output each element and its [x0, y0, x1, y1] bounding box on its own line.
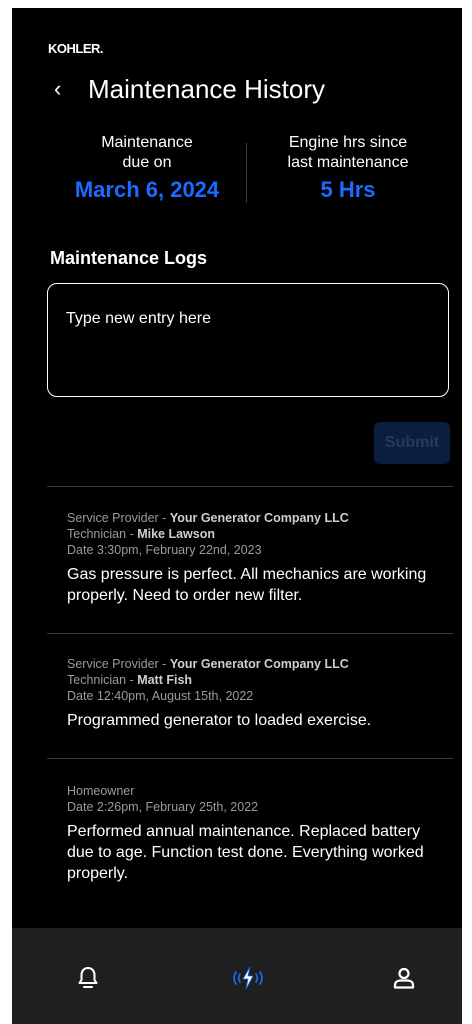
user-icon	[393, 967, 415, 989]
engine-hours-stat: Engine hrs since last maintenance 5 Hrs	[248, 133, 448, 205]
maintenance-due-value: March 6, 2024	[74, 177, 220, 202]
log-provider: Service Provider - Your Generator Compan…	[67, 510, 427, 526]
log-technician: Technician - Matt Fish	[67, 672, 427, 688]
log-provider: Service Provider - Your Generator Compan…	[67, 656, 427, 672]
divider	[47, 486, 453, 487]
kohler-logo: KOHLER.	[48, 41, 104, 56]
maintenance-logs-title: Maintenance Logs	[50, 248, 208, 268]
technician-prefix: Technician -	[67, 673, 138, 687]
log-entry: Homeowner Date 2:26pm, February 25th, 20…	[67, 783, 427, 884]
bell-icon	[78, 967, 98, 988]
engine-hours-value: 5 Hrs	[320, 177, 376, 202]
maintenance-due-label-line1: Maintenance	[101, 134, 193, 151]
bottom-nav	[12, 928, 462, 1024]
stats-divider	[246, 143, 247, 203]
log-note: Performed annual maintenance. Replaced b…	[67, 823, 424, 882]
back-button[interactable]: ‹	[54, 75, 61, 103]
page-title: Maintenance History	[88, 74, 325, 104]
divider	[47, 758, 453, 759]
provider-name: Your Generator Company LLC	[169, 657, 349, 671]
provider-prefix: Service Provider -	[67, 511, 170, 525]
nav-profile[interactable]	[384, 958, 424, 998]
app-screen: KOHLER. ‹ Maintenance History Maintenanc…	[12, 8, 462, 1024]
log-date: Date 12:40pm, August 15th, 2022	[67, 689, 254, 703]
provider-name: Your Generator Company LLC	[169, 511, 349, 525]
maintenance-due-stat: Maintenance due on March 6, 2024	[47, 133, 247, 205]
divider	[47, 633, 453, 634]
engine-hours-label-line1: Engine hrs since	[288, 134, 408, 151]
technician-name: Mike Lawson	[137, 527, 215, 541]
log-entry: Service Provider - Your Generator Compan…	[67, 510, 427, 606]
new-entry-input[interactable]	[47, 283, 449, 397]
technician-prefix: Technician -	[67, 527, 138, 541]
log-entry: Service Provider - Your Generator Compan…	[67, 656, 427, 731]
log-note: Programmed generator to loaded exercise.	[67, 712, 372, 729]
power-bolt-icon	[233, 966, 263, 990]
engine-hours-label-line2: last maintenance	[287, 154, 409, 171]
log-note: Gas pressure is perfect. All mechanics a…	[67, 566, 427, 604]
maintenance-due-label-line2: due on	[122, 154, 172, 171]
log-date: Date 3:30pm, February 22nd, 2023	[67, 543, 262, 557]
nav-power[interactable]	[228, 958, 268, 998]
provider-prefix: Service Provider -	[67, 657, 170, 671]
log-technician: Technician - Mike Lawson	[67, 526, 427, 542]
nav-notifications[interactable]	[68, 958, 108, 998]
log-role: Homeowner	[67, 784, 135, 798]
log-date: Date 2:26pm, February 25th, 2022	[67, 800, 259, 814]
submit-button[interactable]: Submit	[374, 422, 450, 464]
technician-name: Matt Fish	[137, 673, 193, 687]
